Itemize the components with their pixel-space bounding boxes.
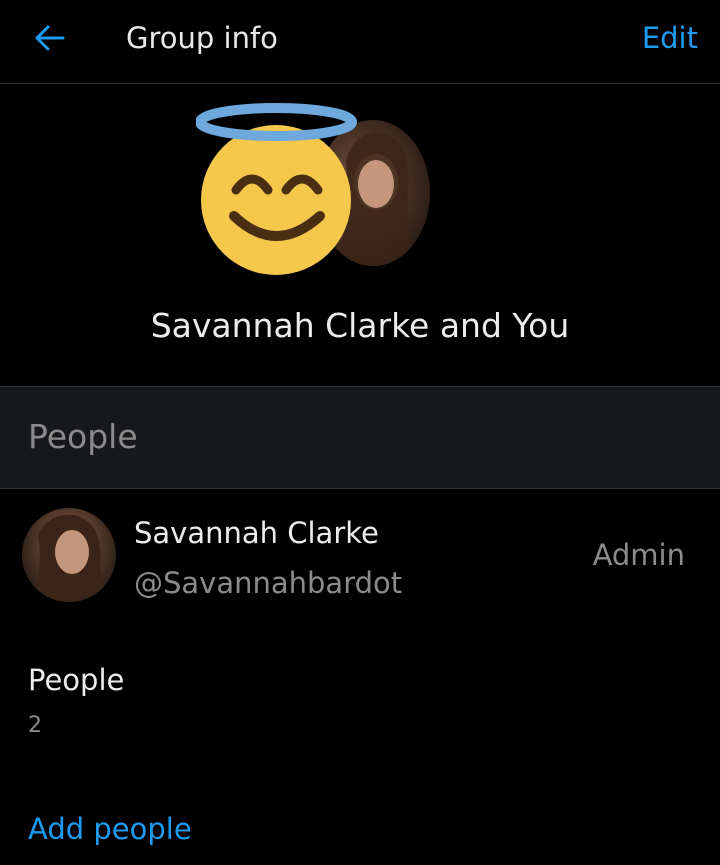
- section-title: People: [28, 417, 138, 456]
- member-row[interactable]: Savannah Clarke @Savannahbardot Admin: [0, 489, 720, 619]
- people-section-header: People: [0, 386, 720, 489]
- avatar: [22, 508, 116, 602]
- top-app-bar: Group info Edit: [0, 0, 720, 84]
- group-avatar[interactable]: [195, 98, 436, 278]
- admin-badge: Admin: [592, 538, 685, 572]
- group-name: Savannah Clarke and You: [150, 306, 570, 345]
- people-count-value: 2: [28, 713, 42, 738]
- people-count-label: People: [28, 663, 125, 697]
- back-button[interactable]: [28, 18, 72, 58]
- edit-button[interactable]: Edit: [642, 18, 698, 58]
- add-people-button[interactable]: Add people: [28, 808, 192, 850]
- member-handle: @Savannahbardot: [134, 566, 403, 600]
- smiling-face-with-halo-icon: [195, 98, 366, 278]
- arrow-left-icon: [35, 25, 65, 51]
- page-title: Group info: [126, 21, 278, 55]
- member-name: Savannah Clarke: [134, 516, 379, 550]
